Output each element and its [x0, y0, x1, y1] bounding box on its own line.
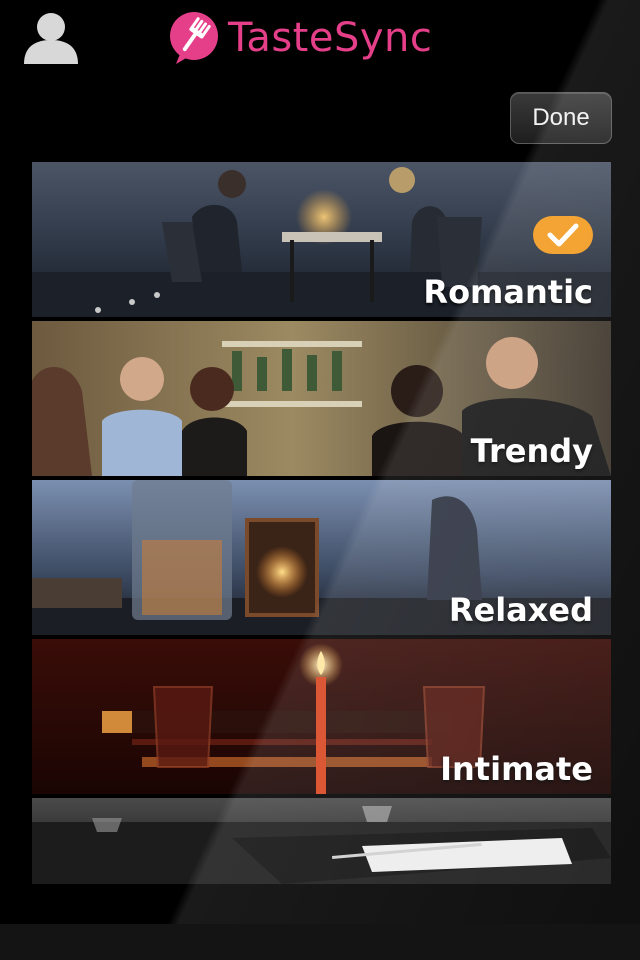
- mood-label: Relaxed: [448, 591, 593, 629]
- mood-card-trendy[interactable]: Trendy: [32, 321, 611, 476]
- mood-card-dining[interactable]: [32, 798, 611, 884]
- profile-button[interactable]: [22, 10, 80, 64]
- mood-label: Intimate: [440, 750, 593, 788]
- checkmark-icon: [547, 223, 579, 247]
- mood-card-romantic[interactable]: Romantic: [32, 162, 611, 317]
- app-logo: TasteSync: [166, 8, 432, 68]
- mood-card-relaxed[interactable]: Relaxed: [32, 480, 611, 635]
- user-avatar-icon: [24, 13, 78, 64]
- header: TasteSync Done: [0, 0, 640, 160]
- mood-label: Romantic: [423, 273, 593, 311]
- mood-list: Romantic Trendy Relaxed Intimate: [32, 162, 611, 888]
- brand-name: TasteSync: [228, 15, 433, 61]
- table-setting-photo: [32, 798, 611, 884]
- fork-chat-bubble-icon: [166, 10, 222, 66]
- done-button[interactable]: Done: [510, 92, 612, 144]
- mood-label: Trendy: [470, 432, 593, 470]
- selected-check-badge: [533, 216, 593, 254]
- bottom-bar: [0, 924, 640, 960]
- mood-card-intimate[interactable]: Intimate: [32, 639, 611, 794]
